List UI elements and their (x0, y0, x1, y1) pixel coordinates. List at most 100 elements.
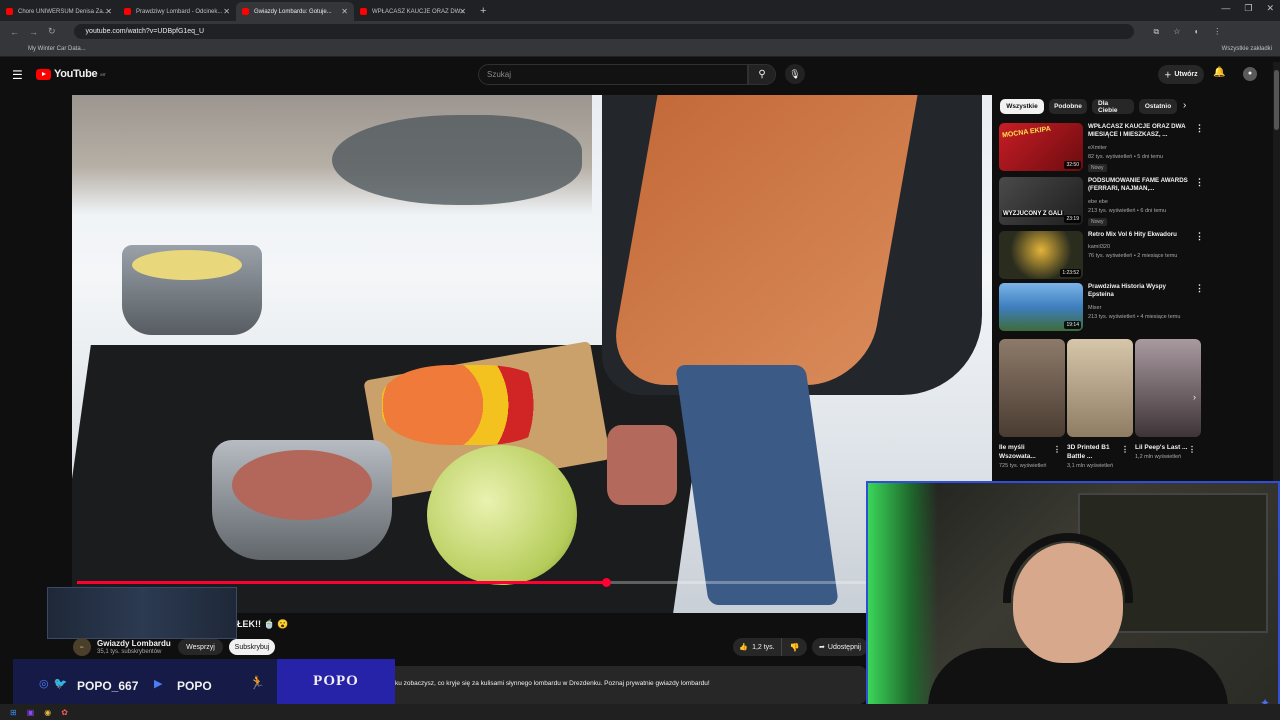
recommendation-meta: 82 tys. wyświetleń • 5 dni temu (1088, 154, 1163, 160)
video-scene-apron (606, 95, 918, 385)
short-title[interactable]: Lil Peep's Last ... (1135, 443, 1195, 452)
search-button[interactable]: ⚲ (748, 64, 776, 85)
video-thumbnail[interactable]: MOCNA EKIPA 32:50 (999, 123, 1083, 171)
recommendation-title[interactable]: WPŁACASZ KAUCJE ORAZ DWA MIESIĄCE I MIES… (1088, 123, 1190, 139)
video-scene-stream (332, 115, 582, 205)
app-icon[interactable]: ✿ (61, 708, 68, 717)
video-progress-bar[interactable] (77, 578, 867, 587)
windows-start-icon[interactable]: ⊞ (10, 708, 17, 717)
chip-for-you[interactable]: Dla Ciebie (1092, 99, 1134, 114)
maximize-icon[interactable]: ❐ (1244, 3, 1252, 14)
subscribe-button[interactable]: Subskrybuj (229, 639, 275, 655)
close-tab-icon[interactable]: ✕ (105, 7, 112, 16)
url-field[interactable]: youtube.com/watch?v=UDBpfG1eq_U (73, 24, 1134, 39)
recommendation-title[interactable]: PODSUMOWANIE FAME AWARDS (FERRARI, NAJMA… (1088, 177, 1190, 193)
profile-icon[interactable]: ◐ (1194, 27, 1199, 37)
video-scene-vegetables (382, 365, 552, 445)
chip-recent[interactable]: Ostatnio (1139, 99, 1177, 114)
more-options-icon[interactable]: ⋮ (1195, 123, 1204, 134)
search-input[interactable]: Szukaj (478, 64, 748, 85)
channel-avatar[interactable]: GL (73, 638, 91, 656)
more-options-icon[interactable]: ⋮ (1195, 177, 1204, 188)
video-thumbnail[interactable]: 19:14 (999, 283, 1083, 331)
chip-all[interactable]: Wszystkie (1000, 99, 1044, 114)
chevron-right-icon[interactable]: › (1183, 100, 1186, 111)
support-button[interactable]: Wesprzyj (178, 639, 223, 655)
short-thumbnail[interactable] (1067, 339, 1133, 437)
close-tab-icon[interactable]: ✕ (223, 7, 230, 16)
chevron-right-icon[interactable]: › (1193, 392, 1196, 402)
recommendation-item[interactable]: MOCNA EKIPA 32:50 WPŁACASZ KAUCJE ORAZ D… (999, 123, 1209, 173)
channel-name[interactable]: Gwiazdy Lombardu (97, 639, 171, 648)
browser-tab[interactable]: WPŁACASZ KAUCJE ORAZ DW... ✕ (354, 2, 472, 21)
dislike-button[interactable]: 👎 (781, 638, 807, 656)
share-button[interactable]: ➦ Udostępnij (812, 638, 868, 656)
recommendation-title[interactable]: Prawdziwa Historia Wyspy Epsteina (1088, 283, 1190, 299)
back-icon[interactable]: ← (10, 27, 19, 37)
webcam-overlay: ✦ (866, 481, 1280, 720)
window-controls: — ❐ ✕ (1221, 3, 1274, 14)
short-title[interactable]: Ile myśli Wszowata... (999, 443, 1059, 461)
youtube-favicon-icon (242, 8, 249, 15)
youtube-favicon-icon (360, 8, 367, 15)
recommendation-meta: 213 tys. wyświetleń • 4 miesiące temu (1088, 314, 1181, 320)
bookmark-star-icon[interactable]: ☆ (1173, 27, 1180, 37)
browser-tab[interactable]: Chore UNIWERSUM Denisa Za... ✕ (0, 2, 118, 21)
youtube-logo[interactable]: YouTube MT (36, 68, 106, 80)
address-bar-icons: ⧉ ☆ ◐ ⋮ (1154, 27, 1222, 37)
recommendation-channel[interactable]: eXmiter (1088, 145, 1107, 151)
minimize-icon[interactable]: — (1221, 3, 1230, 14)
like-button[interactable]: 👍 1,2 tys. (733, 638, 781, 656)
menu-dots-icon[interactable]: ⋮ (1213, 27, 1221, 37)
video-player[interactable] (72, 95, 992, 613)
recommendation-item[interactable]: 1:23:52 Retro Mix Vol 6 Hity Ekwadoru ka… (999, 231, 1209, 281)
video-scene-meat (607, 425, 677, 505)
install-icon[interactable]: ⧉ (1154, 27, 1160, 37)
more-options-icon[interactable]: ⋮ (1053, 445, 1061, 454)
subscriber-count: 35,1 tys. subskrybentów (97, 649, 162, 655)
twitch-icon[interactable]: ▣ (27, 708, 35, 717)
create-button[interactable]: ＋ Utwórz (1158, 65, 1204, 84)
voice-search-button[interactable]: 🎙 (785, 64, 805, 84)
recommendation-channel[interactable]: kamil320 (1088, 244, 1110, 250)
recommendation-title[interactable]: Retro Mix Vol 6 Hity Ekwadoru (1088, 231, 1190, 239)
chip-related[interactable]: Podobne (1049, 99, 1087, 114)
close-window-icon[interactable]: ✕ (1266, 3, 1274, 14)
forward-icon[interactable]: → (29, 27, 38, 37)
more-options-icon[interactable]: ⋮ (1188, 445, 1196, 454)
reload-icon[interactable]: ↻ (48, 26, 56, 37)
menu-icon[interactable]: ☰ (12, 68, 23, 82)
video-thumbnail[interactable]: WYZJUCONY Z GALI 23:19 (999, 177, 1083, 225)
progress-fill (77, 581, 607, 584)
thumbs-down-icon: 👎 (789, 642, 800, 652)
video-scene-sausages (232, 450, 372, 520)
new-tab-button[interactable]: + (480, 5, 486, 17)
close-tab-icon[interactable]: ✕ (341, 7, 348, 16)
chrome-icon[interactable]: ◉ (44, 708, 51, 717)
more-options-icon[interactable]: ⋮ (1195, 231, 1204, 242)
os-taskbar: ⊞ ▣ ◉ ✿ (0, 704, 1280, 720)
account-avatar[interactable]: ● (1243, 67, 1257, 81)
short-title[interactable]: 3D Printed B1 Battle ... (1067, 443, 1127, 461)
scrollbar-thumb[interactable] (1274, 70, 1279, 130)
webcam-green-light (868, 483, 938, 718)
more-options-icon[interactable]: ⋮ (1195, 283, 1204, 294)
more-options-icon[interactable]: ⋮ (1121, 445, 1129, 454)
notifications-icon[interactable]: 🔔 (1213, 67, 1225, 78)
browser-tab-active[interactable]: Gwiazdy Lombardu: Gotuje... ✕ (236, 2, 354, 21)
bookmark-item[interactable]: My Winter Car Data... (28, 46, 86, 52)
recommendation-item[interactable]: WYZJUCONY Z GALI 23:19 PODSUMOWANIE FAME… (999, 177, 1209, 227)
close-tab-icon[interactable]: ✕ (459, 7, 466, 16)
short-thumbnail[interactable] (1135, 339, 1201, 437)
all-bookmarks[interactable]: Wszystkie zakładki (1222, 46, 1272, 52)
video-thumbnail[interactable]: 1:23:52 (999, 231, 1083, 279)
recommendation-meta: 76 tys. wyświetleń • 2 miesiące temu (1088, 253, 1178, 259)
recommendation-item[interactable]: 19:14 Prawdziwa Historia Wyspy Epsteina … (999, 283, 1209, 333)
recommendation-channel[interactable]: Mixer (1088, 305, 1101, 311)
browser-tab-bar: Chore UNIWERSUM Denisa Za... ✕ Prawdziwy … (0, 0, 1280, 21)
youtube-play-icon (36, 68, 51, 80)
browser-tab[interactable]: Prawdziwy Lombard - Odcinek... ✕ (118, 2, 236, 21)
recommendation-channel[interactable]: ebe ebe (1088, 199, 1108, 205)
short-thumbnail[interactable] (999, 339, 1065, 437)
social-icons: ◎ 🐦 (39, 677, 67, 690)
